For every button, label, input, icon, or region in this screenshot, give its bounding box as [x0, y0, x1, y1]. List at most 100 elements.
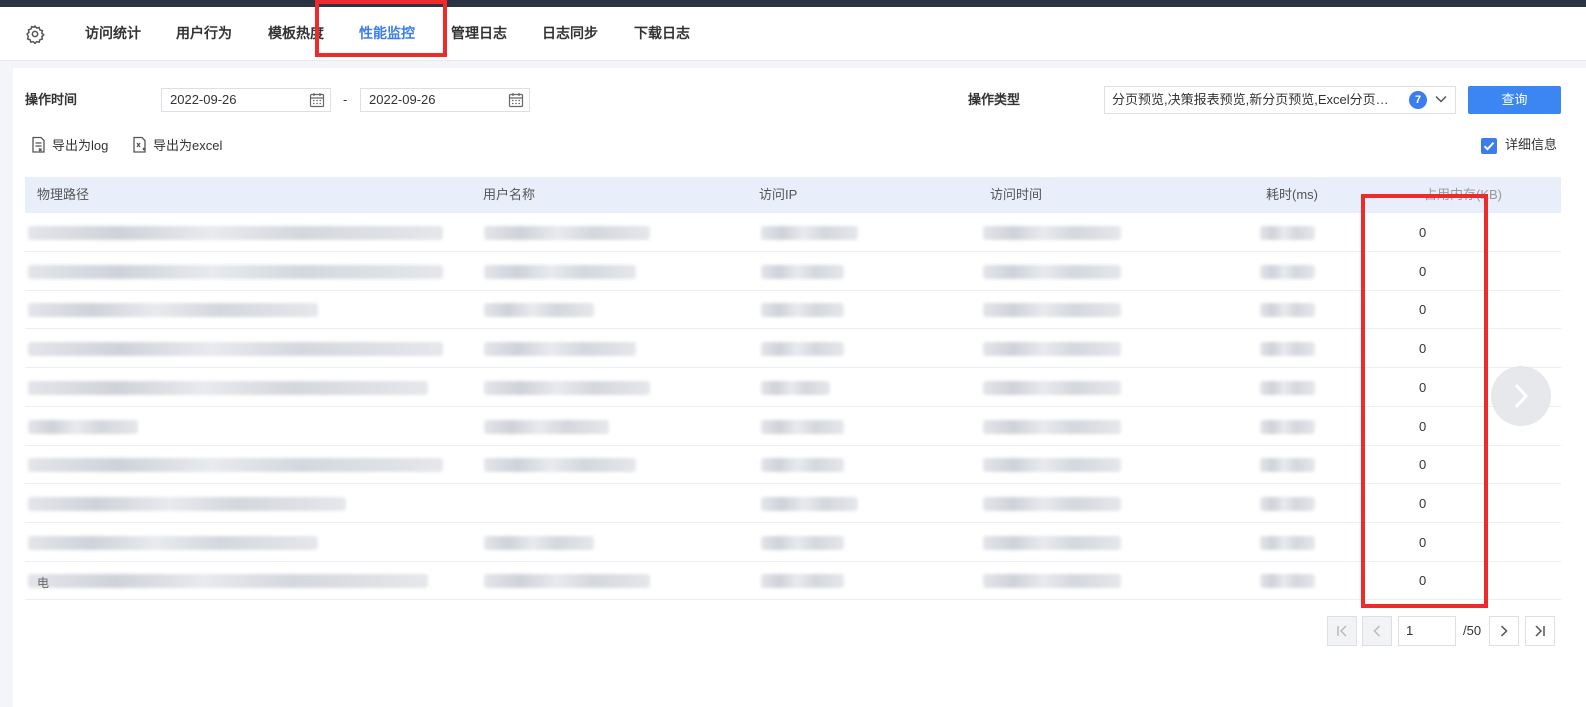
last-page-icon	[1535, 625, 1545, 637]
gear-icon[interactable]	[25, 24, 45, 44]
table-row[interactable]: 0	[25, 214, 1561, 252]
redacted-cell	[1260, 497, 1315, 511]
chevron-left-icon	[1373, 625, 1381, 637]
redacted-cell	[983, 536, 1121, 550]
calendar-icon[interactable]	[508, 92, 524, 108]
table-row[interactable]: 0	[25, 291, 1561, 329]
end-date-value: 2022-09-26	[369, 92, 436, 107]
tab-download-log[interactable]: 下载日志	[634, 24, 690, 42]
table-row[interactable]: 0	[25, 369, 1561, 407]
export-log-label: 导出为log	[52, 138, 109, 153]
tab-user-behavior[interactable]: 用户行为	[176, 24, 232, 42]
column-header-ip[interactable]: 访问IP	[759, 187, 797, 203]
first-page-icon	[1337, 625, 1347, 637]
column-header-username[interactable]: 用户名称	[483, 187, 535, 203]
redacted-cell	[761, 420, 844, 434]
detail-info-checkbox[interactable]	[1481, 138, 1497, 154]
export-excel-label: 导出为excel	[153, 138, 223, 153]
prev-page-button[interactable]	[1362, 616, 1392, 646]
export-log-button[interactable]: 导出为log	[30, 136, 108, 155]
last-page-button[interactable]	[1525, 616, 1555, 646]
redacted-cell	[983, 497, 1121, 511]
op-type-value: 分页预览,决策报表预览,新分页预览,Excel分页…	[1112, 92, 1389, 107]
column-header-path[interactable]: 物理路径	[37, 187, 89, 203]
annotation-highlight-tab	[315, 0, 447, 57]
redacted-cell	[761, 574, 844, 588]
first-page-button[interactable]	[1327, 616, 1357, 646]
redacted-cell	[28, 420, 138, 434]
page-number-input[interactable]: 1	[1398, 616, 1456, 646]
table-row[interactable]: 0	[25, 330, 1561, 368]
redacted-cell	[484, 574, 650, 588]
table-row[interactable]: 0	[25, 446, 1561, 484]
redacted-cell	[484, 420, 609, 434]
table-row[interactable]: 0	[25, 485, 1561, 523]
redacted-cell	[983, 226, 1121, 240]
redacted-cell	[28, 458, 443, 472]
redacted-cell	[983, 265, 1121, 279]
redacted-cell	[983, 342, 1121, 356]
chevron-down-icon[interactable]	[1434, 92, 1448, 106]
table-row[interactable]: 0	[25, 524, 1561, 562]
tab-admin-log[interactable]: 管理日志	[451, 24, 507, 42]
redacted-cell	[28, 497, 346, 511]
table-row[interactable]: 0	[25, 562, 1561, 600]
redacted-cell	[983, 303, 1121, 317]
redacted-cell	[28, 342, 443, 356]
column-header-duration[interactable]: 耗时(ms)	[1266, 187, 1318, 203]
op-type-select[interactable]: 分页预览,决策报表预览,新分页预览,Excel分页…	[1104, 86, 1456, 114]
checkmark-icon	[1483, 142, 1495, 151]
redacted-cell	[983, 420, 1121, 434]
redacted-cell	[484, 458, 636, 472]
redacted-cell	[484, 226, 650, 240]
end-date-input[interactable]: 2022-09-26	[360, 88, 530, 112]
redacted-cell	[484, 342, 636, 356]
redacted-cell	[761, 381, 830, 395]
next-page-button[interactable]	[1489, 616, 1519, 646]
redacted-cell	[1260, 536, 1315, 550]
column-header-time[interactable]: 访问时间	[990, 187, 1042, 203]
calendar-icon[interactable]	[309, 92, 325, 108]
tab-visit-stats[interactable]: 访问统计	[85, 24, 141, 42]
redacted-cell	[28, 265, 443, 279]
redacted-cell	[484, 381, 650, 395]
partial-path-text: 电	[37, 576, 50, 590]
query-button[interactable]: 查询	[1468, 86, 1561, 114]
redacted-cell	[28, 381, 428, 395]
redacted-cell	[983, 458, 1121, 472]
export-file-icon	[32, 136, 45, 153]
redacted-cell	[484, 303, 594, 317]
redacted-cell	[983, 574, 1121, 588]
annotation-highlight-memory-column	[1361, 194, 1488, 608]
redacted-cell	[28, 536, 318, 550]
start-date-input[interactable]: 2022-09-26	[161, 88, 331, 112]
redacted-cell	[761, 458, 844, 472]
redacted-cell	[1260, 226, 1315, 240]
op-type-label: 操作类型	[968, 92, 1021, 107]
redacted-cell	[761, 303, 844, 317]
redacted-cell	[1260, 265, 1315, 279]
redacted-cell	[761, 226, 858, 240]
redacted-cell	[761, 342, 844, 356]
tab-log-sync[interactable]: 日志同步	[542, 24, 598, 42]
export-excel-button[interactable]: 导出为excel	[131, 136, 222, 155]
redacted-cell	[761, 536, 844, 550]
redacted-cell	[1260, 574, 1315, 588]
date-separator: -	[343, 92, 348, 107]
start-date-value: 2022-09-26	[170, 92, 237, 107]
redacted-cell	[1260, 381, 1315, 395]
redacted-cell	[28, 303, 318, 317]
chevron-right-icon	[1500, 625, 1508, 637]
redacted-cell	[1260, 458, 1315, 472]
top-bar	[0, 0, 1586, 7]
total-pages: /50	[1463, 623, 1482, 638]
redacted-cell	[761, 497, 858, 511]
redacted-cell	[983, 381, 1121, 395]
next-slide-button[interactable]	[1491, 366, 1551, 426]
redacted-cell	[761, 265, 844, 279]
redacted-cell	[484, 265, 636, 279]
table-row[interactable]: 0	[25, 408, 1561, 446]
redacted-cell	[1260, 303, 1315, 317]
table-row[interactable]: 0	[25, 253, 1561, 291]
tab-bar: 访问统计 用户行为 模板热度 性能监控 管理日志 日志同步 下载日志	[0, 7, 1586, 61]
